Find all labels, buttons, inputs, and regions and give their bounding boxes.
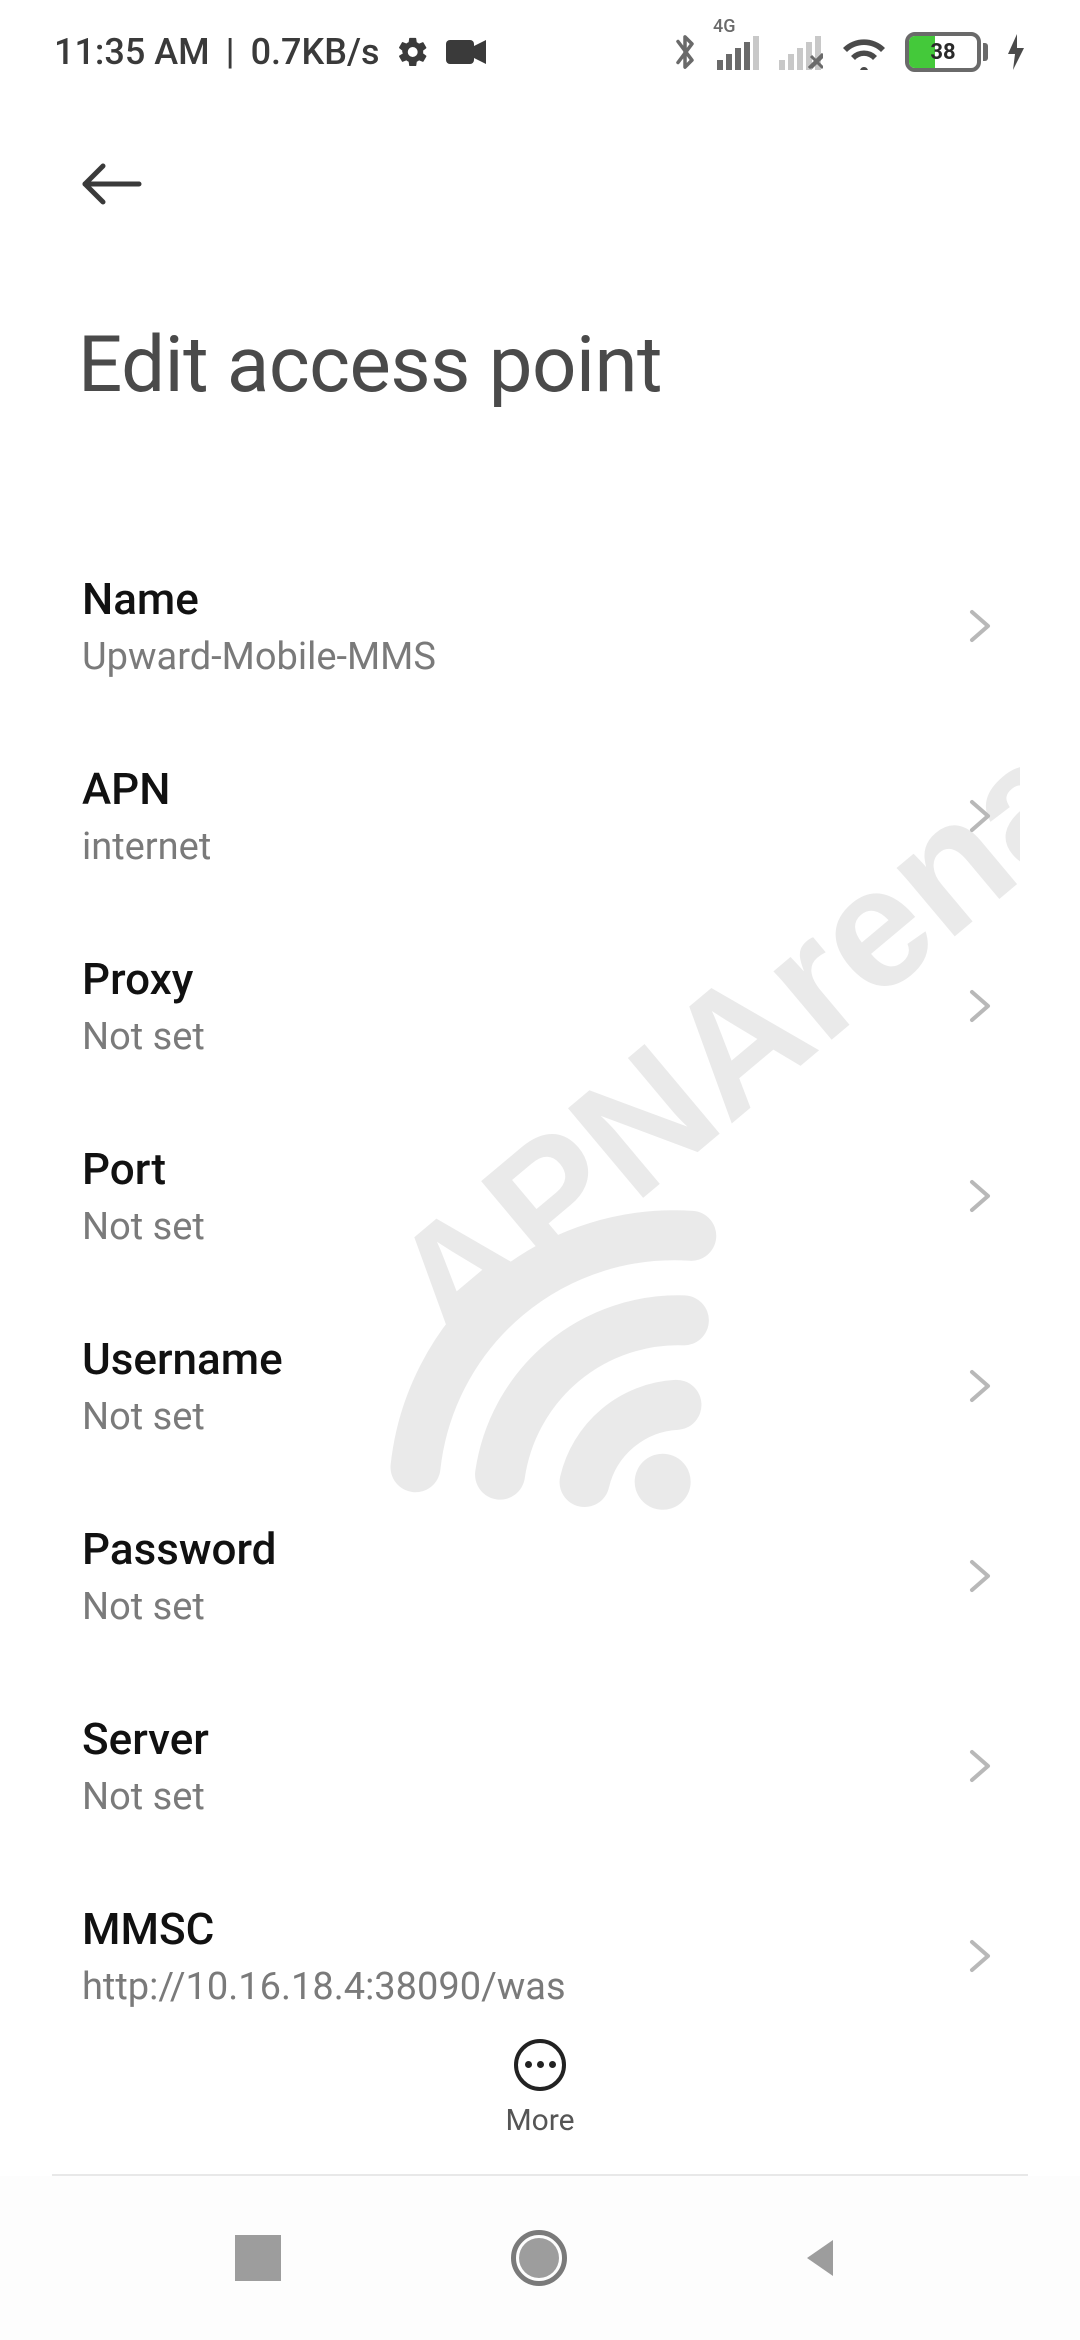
setting-row-apn[interactable]: APN internet [0,721,1080,911]
settings-gear-icon [396,35,430,69]
charging-bolt-icon [1006,32,1026,72]
status-bar: 11:35 AM | 0.7KB/s 4G 38 [0,0,1080,104]
arrow-left-icon [79,160,145,208]
setting-value: Not set [82,1775,942,1819]
bluetooth-icon [671,32,699,72]
setting-row-password[interactable]: Password Not set [0,1481,1080,1671]
bottom-action-bar: More [0,2008,1080,2168]
triangle-left-icon [797,2234,845,2282]
chevron-right-icon [962,988,998,1024]
chevron-right-icon [962,1748,998,1784]
battery-percent: 38 [909,40,977,65]
setting-row-username[interactable]: Username Not set [0,1291,1080,1481]
setting-label: Password [82,1523,942,1575]
setting-label: Server [82,1713,942,1765]
setting-row-server[interactable]: Server Not set [0,1671,1080,1861]
chevron-right-icon [962,608,998,644]
nav-back-button[interactable] [797,2234,845,2282]
page-title: Edit access point [78,320,1002,411]
circle-icon [519,2238,559,2278]
chevron-right-icon [962,1368,998,1404]
dot-icon [525,2061,532,2068]
dot-icon [537,2061,544,2068]
chevron-right-icon [962,1178,998,1214]
setting-label: APN [82,763,942,815]
setting-value: Not set [82,1015,942,1059]
setting-value: Upward-Mobile-MMS [82,635,942,679]
status-time: 11:35 AM [54,31,210,73]
dot-icon [549,2061,556,2068]
setting-label: Username [82,1333,942,1385]
setting-label: Proxy [82,953,942,1005]
setting-value: http://10.16.18.4:38090/was [82,1965,942,2009]
setting-value: Not set [82,1585,942,1629]
status-data-rate: 0.7KB/s [251,31,380,73]
chevron-right-icon [962,1558,998,1594]
more-button[interactable] [514,2039,566,2091]
setting-row-proxy[interactable]: Proxy Not set [0,911,1080,1101]
battery-indicator: 38 [905,32,981,72]
wifi-icon [841,34,887,70]
more-label: More [505,2103,574,2138]
navigation-bar [0,2176,1080,2340]
setting-row-name[interactable]: Name Upward-Mobile-MMS [0,531,1080,721]
battery-tip [983,43,988,61]
setting-row-port[interactable]: Port Not set [0,1101,1080,1291]
header: Edit access point [0,104,1080,411]
status-separator: | [226,31,235,73]
back-button[interactable] [72,144,152,224]
nav-recent-button[interactable] [235,2235,281,2281]
setting-label: MMSC [82,1903,942,1955]
signal-sim2-icon [779,34,823,70]
signal-sim1-icon: 4G [717,34,761,70]
setting-label: Name [82,573,942,625]
nav-home-button[interactable] [511,2230,567,2286]
setting-value: Not set [82,1205,942,1249]
chevron-right-icon [962,1938,998,1974]
apn-settings-list: Name Upward-Mobile-MMS APN internet Proxy Not… [0,531,1080,2131]
setting-value: internet [82,825,942,869]
camcorder-icon [446,38,486,66]
setting-label: Port [82,1143,942,1195]
chevron-right-icon [962,798,998,834]
setting-value: Not set [82,1395,942,1439]
